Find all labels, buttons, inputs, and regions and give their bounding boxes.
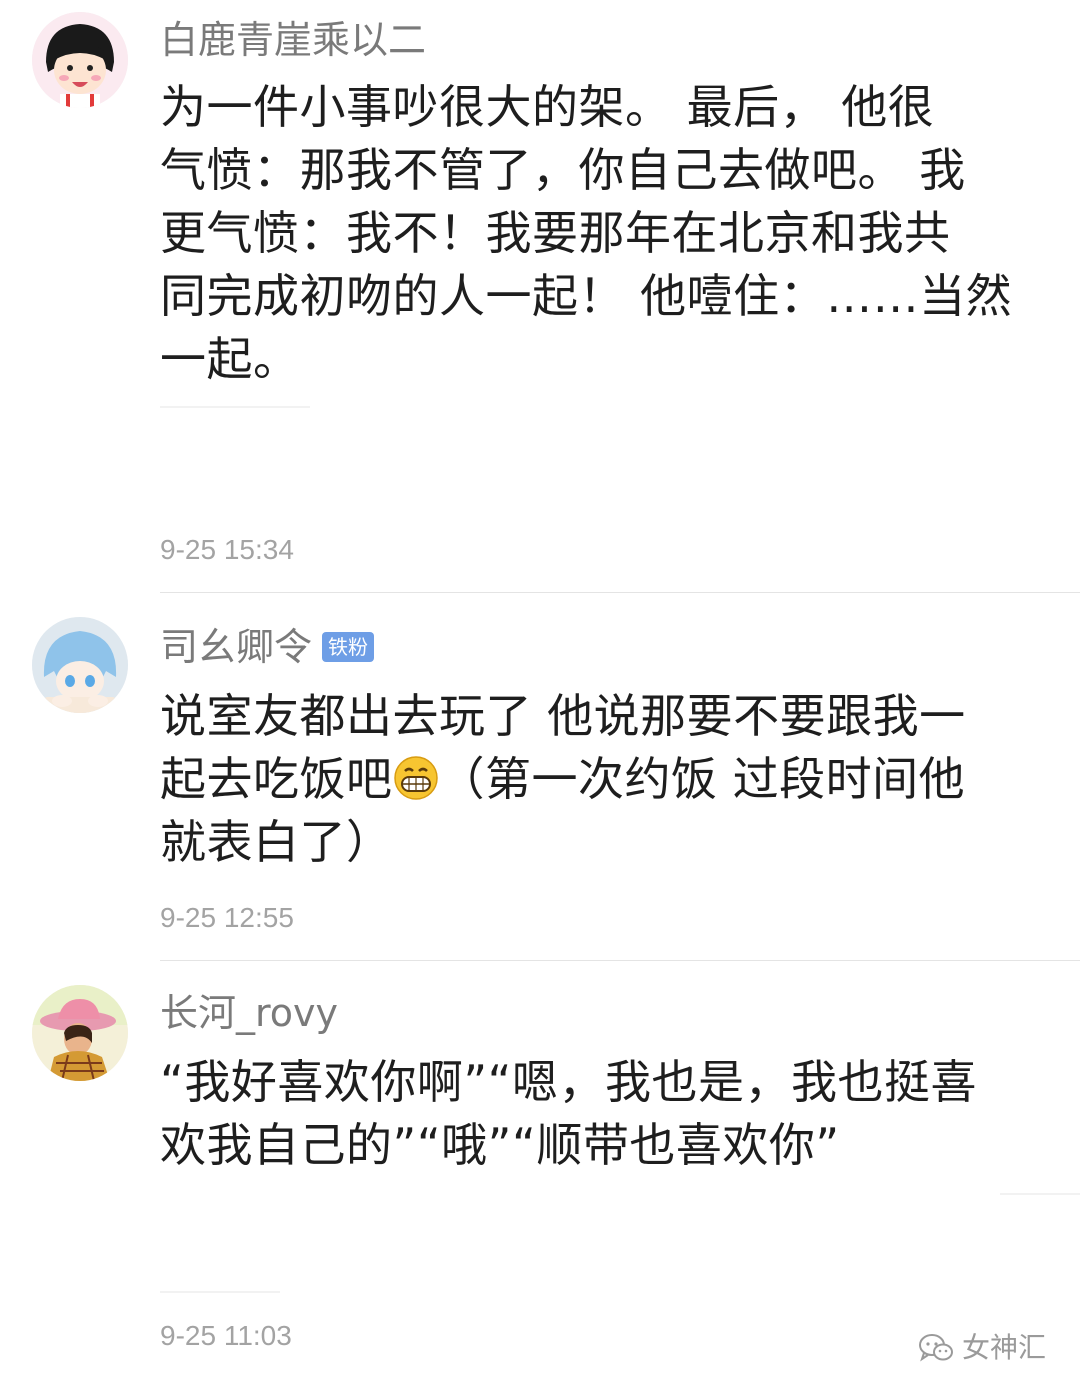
- grinning-face-emoji-icon: [393, 756, 438, 800]
- avatar[interactable]: [32, 12, 128, 108]
- cartoon-girl-avatar-icon: [32, 12, 128, 108]
- comment-fragment: （第一次约饭 过段时间他: [438, 752, 966, 806]
- comment-line: 同完成初吻的人一起！ 他噎住：……当然: [160, 269, 1013, 323]
- comment-text: “我好喜欢你啊”“嗯，我也是，我也挺喜 欢我自己的”“哦”“顺带也喜欢你”: [160, 1051, 1055, 1177]
- comment-line: 更气愤：我不！我要那年在北京和我共: [160, 206, 951, 260]
- username[interactable]: 白鹿青崖乘以二: [160, 18, 426, 62]
- fan-badge: 铁粉: [322, 632, 375, 662]
- username[interactable]: 长河_rovy: [160, 991, 338, 1035]
- comment-line: 气愤：那我不管了，你自己去做吧。 我: [160, 143, 966, 197]
- watermark-text: 女神汇: [961, 1331, 1046, 1364]
- girl-in-pink-hat-avatar-icon: [32, 985, 128, 1081]
- timestamp: 9-25 12:55: [160, 902, 294, 933]
- watermark: 女神汇: [918, 1326, 1046, 1366]
- separator-artifact: [160, 406, 310, 408]
- timestamp: 9-25 11:03: [160, 1320, 292, 1351]
- separator-artifact: [160, 1291, 280, 1293]
- comment-text: 说室友都出去玩了 他说那要不要跟我一 起去吃饭吧 （第一次约饭 过段时间他 就表…: [160, 685, 1055, 874]
- comment-item: 白鹿青崖乘以二 为一件小事吵很大的架。 最后， 他很 气愤：那我不管了，你自己去…: [0, 0, 1080, 590]
- comment-line: 一起。: [160, 332, 300, 386]
- comment-item: 司幺卿令 铁粉 说室友都出去玩了 他说那要不要跟我一 起去吃饭吧 （第一次约饭 过…: [0, 593, 1080, 959]
- username[interactable]: 司幺卿令 铁粉: [160, 625, 375, 669]
- comment-line: 起去吃饭吧 （第一次约饭 过段时间他: [160, 748, 1055, 811]
- comment-line: 就表白了）: [160, 815, 393, 869]
- comment-line: 为一件小事吵很大的架。 最后， 他很: [160, 80, 935, 134]
- comment-line: “我好喜欢你啊”“嗯，我也是，我也挺喜: [160, 1055, 977, 1109]
- comment-text: 为一件小事吵很大的架。 最后， 他很 气愤：那我不管了，你自己去做吧。 我 更气…: [160, 76, 1055, 391]
- username-text: 司幺卿令: [160, 625, 313, 669]
- comment-feed: 白鹿青崖乘以二 为一件小事吵很大的架。 最后， 他很 气愤：那我不管了，你自己去…: [0, 0, 1080, 1396]
- comment-fragment: 起去吃饭吧: [160, 752, 393, 806]
- avatar[interactable]: [32, 617, 128, 713]
- timestamp: 9-25 15:34: [160, 534, 294, 565]
- avatar[interactable]: [32, 985, 128, 1081]
- comment-line: 欢我自己的”“哦”“顺带也喜欢你”: [160, 1118, 840, 1172]
- wechat-icon: [918, 1334, 953, 1362]
- comment-line: 说室友都出去玩了 他说那要不要跟我一: [160, 689, 966, 743]
- anime-boy-avatar-icon: [32, 617, 128, 713]
- separator-artifact: [1000, 1193, 1080, 1195]
